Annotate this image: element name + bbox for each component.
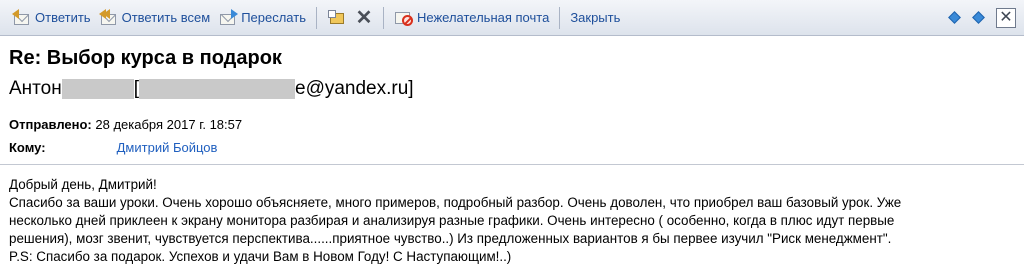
toolbar: Ответить Ответить всем Переслать ✕ Нежел… [0, 0, 1024, 36]
body-line: P.S: Спасибо за подарок. Успехов и удачи… [9, 249, 512, 264]
reply-all-label: Ответить всем [121, 10, 211, 25]
message-subject: Re: Выбор курса в подарок [9, 47, 282, 69]
recipient-link[interactable]: Дмитрий Бойцов [117, 140, 218, 155]
previous-arrow-icon [948, 11, 961, 24]
sender-name: Антон [9, 78, 62, 99]
previous-message-button[interactable] [944, 7, 966, 29]
redacted-email [139, 79, 295, 99]
body-line: несколько дней приклеен к экрану монитор… [9, 213, 895, 228]
forward-button[interactable]: Переслать [214, 5, 310, 31]
to-label: Кому: [9, 140, 46, 155]
sender-line: Антон [ e@yandex.ru] [9, 78, 414, 100]
sent-value: 28 декабря 2017 г. 18:57 [95, 117, 243, 132]
close-label: Закрыть [570, 10, 621, 25]
forward-label: Переслать [241, 10, 306, 25]
junk-mail-button[interactable]: Нежелательная почта [390, 5, 553, 31]
sender-email-visible: e@yandex.ru] [295, 78, 414, 99]
junk-mail-label: Нежелательная почта [416, 10, 550, 25]
reply-icon [12, 8, 32, 27]
delete-icon: ✕ [355, 6, 373, 29]
toolbar-separator [382, 6, 384, 29]
close-icon: ✕ [999, 9, 1013, 26]
reply-button[interactable]: Ответить [8, 5, 95, 31]
next-arrow-icon [972, 11, 985, 24]
reply-label: Ответить [35, 10, 91, 25]
body-line: Добрый день, Дмитрий! [9, 177, 157, 192]
sent-row: Отправлено: 28 декабря 2017 г. 18:57 [9, 117, 242, 132]
reply-all-icon [98, 8, 119, 27]
sent-label: Отправлено: [9, 117, 92, 132]
toolbar-separator [315, 6, 317, 29]
delete-button[interactable]: ✕ [351, 5, 377, 31]
body-line: решения), мозг звенит, чувствуется персп… [9, 231, 892, 246]
to-row: Кому: Дмитрий Бойцов [9, 140, 217, 155]
forward-icon [218, 8, 239, 27]
close-text-button[interactable]: Закрыть [566, 5, 624, 31]
redacted-surname [61, 79, 134, 99]
reply-all-button[interactable]: Ответить всем [95, 5, 215, 31]
junk-mail-icon [394, 9, 414, 27]
move-to-folder-icon [327, 9, 347, 27]
toolbar-separator [559, 6, 561, 29]
next-message-button[interactable] [968, 7, 990, 29]
header-divider [0, 164, 1024, 165]
message-navigation: ✕ [942, 7, 1016, 29]
message-body: Добрый день, Дмитрий! Спасибо за ваши ур… [9, 176, 1019, 266]
move-button[interactable] [323, 5, 351, 31]
body-line: Спасибо за ваши уроки. Очень хорошо объя… [9, 195, 902, 210]
close-window-button[interactable]: ✕ [996, 8, 1016, 28]
